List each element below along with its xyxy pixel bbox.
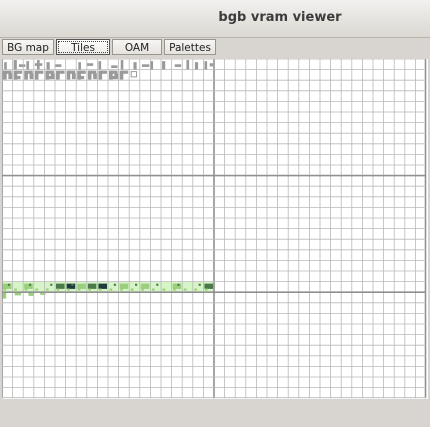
- glyph-stroke: [162, 61, 166, 70]
- sprite-speckle: [198, 283, 201, 286]
- glyph-stroke: [209, 63, 213, 67]
- sprite-speckle: [173, 288, 176, 291]
- sprite-speckle: [120, 288, 123, 291]
- glyph-stroke: [100, 70, 107, 74]
- glyph-stroke: [89, 70, 97, 74]
- sprite-speckle: [14, 288, 17, 291]
- tab-bg-map[interactable]: BG map: [2, 39, 54, 55]
- sprite-speckle: [109, 288, 113, 291]
- glyph-stroke: [78, 75, 85, 80]
- glyph-stroke: [26, 70, 33, 74]
- glyph-stroke: [47, 75, 53, 80]
- sprite-speckle: [135, 283, 138, 286]
- glyph-stroke: [133, 62, 137, 70]
- sprite-speckle: [77, 288, 81, 291]
- glyph-stroke: [121, 70, 129, 74]
- window-title: bgb vram viewer: [218, 10, 342, 25]
- glyph-stroke: [58, 70, 65, 74]
- tab-bar: BG map Tiles OAM Palettes: [0, 38, 430, 58]
- glyph-stroke: [13, 60, 17, 70]
- glyph-stroke: [204, 61, 208, 70]
- tile-grid-canvas[interactable]: [2, 59, 428, 399]
- window-titlebar[interactable]: bgb vram viewer: [0, 0, 430, 38]
- sprite-speckle: [35, 288, 39, 291]
- glyph-stroke: [79, 70, 86, 74]
- glyph-stroke: [55, 64, 62, 67]
- glyph-stroke: [26, 61, 30, 70]
- glyph-stroke: [29, 73, 34, 80]
- sprite-speckle: [24, 288, 28, 291]
- status-bar: [0, 400, 430, 427]
- sprite-speckle: [204, 288, 208, 291]
- glyph-stroke: [15, 70, 23, 74]
- sprite-speckle: [177, 283, 180, 286]
- glyph-stroke: [36, 70, 44, 74]
- glyph-stroke: [47, 70, 54, 74]
- sprite-tile: [204, 283, 213, 289]
- sprite-tile: [87, 283, 97, 289]
- glyph-stroke: [5, 70, 12, 74]
- glyph-stroke: [86, 63, 94, 66]
- sprite-speckle: [151, 288, 155, 291]
- sprite-tile: [66, 283, 76, 289]
- sprite-speckle: [56, 288, 60, 291]
- sprite-tile: [77, 283, 86, 289]
- glyph-stroke: [36, 60, 40, 70]
- glyph-stroke: [110, 75, 116, 80]
- glyph-stroke: [120, 60, 124, 70]
- sprite-speckle: [92, 283, 95, 286]
- sprite-tile: [140, 283, 150, 289]
- sprite-speckle: [29, 283, 32, 286]
- sprite-speckle: [113, 283, 116, 286]
- glyph-stroke: [4, 62, 7, 70]
- glyph-stroke: [194, 62, 199, 70]
- sprite-speckle: [162, 288, 166, 291]
- sprite-speckle: [183, 288, 187, 291]
- tab-oam[interactable]: OAM: [112, 39, 162, 55]
- glyph-stroke: [18, 64, 26, 67]
- sprite-speckle: [7, 283, 10, 286]
- sprite-speckle: [50, 283, 53, 286]
- sprite-speckle: [88, 288, 92, 291]
- glyph-stroke: [46, 62, 50, 70]
- glyph-stroke: [71, 73, 76, 80]
- sprite-speckle: [67, 288, 70, 291]
- sprite-tile: [172, 283, 182, 289]
- sprite-speckle: [141, 288, 145, 291]
- glyph-stroke: [111, 65, 118, 69]
- sprite-speckle: [71, 283, 74, 286]
- glyph-stroke: [93, 73, 97, 80]
- tile-grid-lines: [2, 59, 427, 399]
- sprite-tile: [3, 283, 12, 289]
- glyph-stroke: [174, 64, 182, 67]
- glyph-stroke: [111, 70, 118, 74]
- glyph-stroke: [15, 75, 21, 80]
- sprite-tile: [119, 283, 129, 289]
- glyph-stroke: [78, 62, 81, 70]
- glyph-stroke: [186, 60, 190, 70]
- tile-viewer-panel[interactable]: [2, 59, 428, 399]
- glyph-stroke: [141, 64, 150, 67]
- sprite-tile: [56, 283, 65, 289]
- sprite-tile: [98, 283, 107, 289]
- tab-tiles[interactable]: Tiles: [56, 39, 110, 55]
- sprite-speckle: [194, 288, 198, 291]
- sprite-speckle: [3, 288, 7, 291]
- sprite-speckle: [156, 283, 159, 286]
- glyph-stroke: [98, 61, 102, 70]
- sprite-speckle: [98, 288, 102, 291]
- sprite-tile: [24, 283, 33, 289]
- tab-palettes[interactable]: Palettes: [164, 39, 216, 55]
- glyph-stroke: [68, 70, 76, 74]
- sprite-speckle: [45, 288, 49, 291]
- sprite-speckle: [130, 288, 134, 291]
- glyph-stroke: [8, 73, 13, 80]
